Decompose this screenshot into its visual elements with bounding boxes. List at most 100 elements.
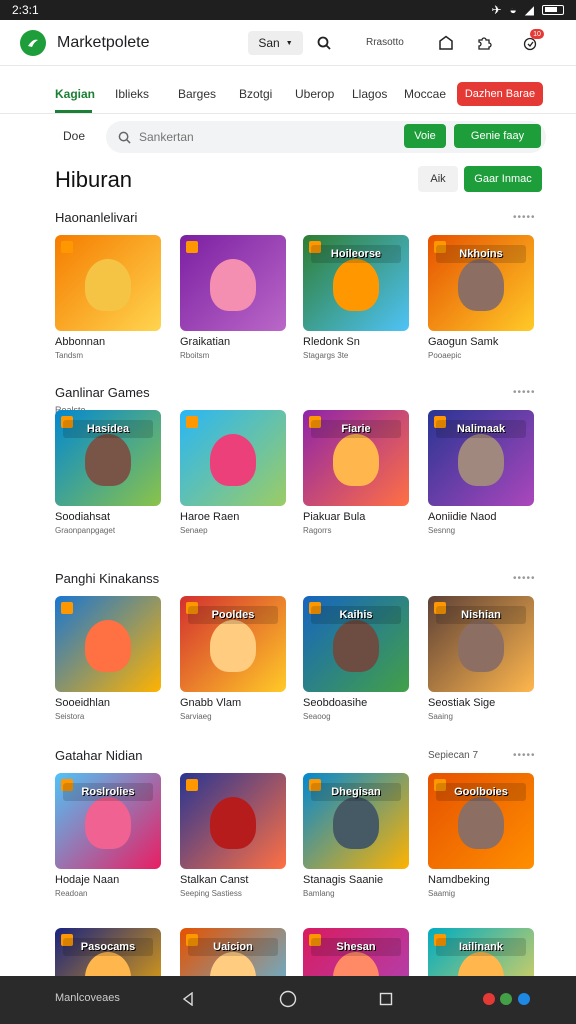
nav-label: Manlcoveaes (55, 992, 120, 1004)
search-icon[interactable] (312, 31, 336, 55)
game-thumbnail[interactable]: Fiarie (303, 410, 409, 506)
red-app-icon[interactable] (483, 993, 495, 1005)
game-mascot-art (210, 259, 256, 311)
game-category: Sesnng (428, 526, 456, 535)
game-mascot-art (85, 797, 131, 849)
game-thumbnail[interactable]: Goolboies (428, 773, 534, 869)
game-title[interactable]: Seobdoasihe (303, 697, 367, 709)
home-nav-icon[interactable] (276, 987, 300, 1011)
game-title[interactable]: Piakuar Bula (303, 511, 365, 523)
game-card[interactable]: Haroe Raen Senaep (180, 410, 288, 535)
game-title[interactable]: Gnabb Vlam (180, 697, 241, 709)
game-title[interactable]: Graikatian (180, 336, 230, 348)
game-category: Tandsm (55, 351, 84, 360)
app-bar: Marketpolete San ▼ Rrasotto 10 (0, 20, 576, 66)
tab-4[interactable]: Uberop (295, 87, 334, 101)
recents-icon[interactable] (374, 987, 398, 1011)
game-category: Ragorrs (303, 526, 332, 535)
game-title[interactable]: Gaogun Samk (428, 336, 498, 348)
game-title[interactable]: Rledonk Sn (303, 336, 360, 348)
game-card[interactable]: Hoileorse Rledonk Sn Stagargs 3te (303, 235, 411, 360)
game-thumbnail[interactable] (55, 235, 161, 331)
search-filter-button[interactable]: Voie (404, 124, 446, 148)
game-thumbnail[interactable] (180, 410, 286, 506)
game-card[interactable]: Pooldes Gnabb Vlam Sarviaeg (180, 596, 288, 721)
tab-1[interactable]: Iblieks (115, 87, 149, 101)
game-thumbnail[interactable]: Nkhoins (428, 235, 534, 331)
game-title[interactable]: Soodiahsat (55, 511, 110, 523)
game-card[interactable]: Goolboies Namdbeking Saamig (428, 773, 536, 898)
section-see-more-link[interactable]: Sepiecan 7 (428, 750, 478, 761)
caret-down-icon: ▼ (285, 39, 293, 47)
secondary-button[interactable]: Aik (418, 166, 458, 192)
game-thumbnail[interactable]: Dhegisan (303, 773, 409, 869)
game-title[interactable]: Hodaje Naan (55, 874, 119, 886)
game-card[interactable]: Dhegisan Stanagis Saanie Bamlang (303, 773, 411, 898)
game-card[interactable]: Nishian Seostiak Sige Saaing (428, 596, 536, 721)
game-title[interactable]: Abbonnan (55, 336, 105, 348)
game-card[interactable]: Fiarie Piakuar Bula Ragorrs (303, 410, 411, 535)
game-mascot-art (333, 434, 379, 486)
game-card[interactable]: Nalimaak Aoniidie Naod Sesnng (428, 410, 536, 535)
game-thumbnail[interactable] (180, 773, 286, 869)
game-thumbnail[interactable]: Pooldes (180, 596, 286, 692)
app-logo-icon[interactable] (20, 30, 46, 56)
game-thumbnail[interactable] (55, 596, 161, 692)
game-card[interactable]: Stalkan Canst Seeping Sastiess (180, 773, 288, 898)
game-card[interactable]: Graikatian Rboitsm (180, 235, 288, 360)
tab-5[interactable]: Llagos (352, 87, 387, 101)
game-title[interactable]: Sooeidhlan (55, 697, 110, 709)
game-thumbnail[interactable]: Roslrolies (55, 773, 161, 869)
back-icon[interactable] (176, 987, 200, 1011)
game-mascot-art (85, 259, 131, 311)
more-options-icon[interactable]: ••••• (513, 212, 536, 223)
tab-0[interactable]: Kagian (55, 87, 95, 101)
search-genre-button[interactable]: Genie faay (454, 124, 541, 148)
game-card[interactable]: Sooeidhlan Seistora (55, 596, 163, 721)
tab-cta-button[interactable]: Dazhen Barae (457, 82, 543, 106)
game-thumbnail[interactable]: Nalimaak (428, 410, 534, 506)
primary-button[interactable]: Gaar Inmac (464, 166, 542, 192)
more-options-icon[interactable]: ••••• (513, 387, 536, 398)
game-category: Seeping Sastiess (180, 889, 242, 898)
game-logo-text: Iailinank (436, 938, 526, 956)
game-card[interactable]: Roslrolies Hodaje Naan Readoan (55, 773, 163, 898)
account-text[interactable]: Rrasotto (366, 37, 404, 48)
game-title[interactable]: Stalkan Canst (180, 874, 248, 886)
more-options-icon[interactable]: ••••• (513, 750, 536, 761)
section-title: Panghi Kinakanss (55, 571, 160, 586)
more-options-icon[interactable]: ••••• (513, 573, 536, 584)
search-row: Doe Voie Genie faay (0, 114, 576, 160)
game-title[interactable]: Haroe Raen (180, 511, 239, 523)
game-card[interactable]: Hasidea Soodiahsat Graonpanpgaget (55, 410, 163, 535)
puzzle-icon[interactable] (472, 31, 496, 55)
game-thumbnail[interactable]: Hoileorse (303, 235, 409, 331)
game-card[interactable]: Kaihis Seobdoasihe Seaoog (303, 596, 411, 721)
game-category: Stagargs 3te (303, 351, 349, 360)
game-thumbnail[interactable]: Nishian (428, 596, 534, 692)
home-icon[interactable] (434, 31, 458, 55)
game-card[interactable]: Abbonnan Tandsm (55, 235, 163, 360)
game-logo-text: Goolboies (436, 783, 526, 801)
game-card[interactable]: Nkhoins Gaogun Samk Pooaepic (428, 235, 536, 360)
tab-3[interactable]: Bzotgi (239, 87, 272, 101)
green-app-icon[interactable] (500, 993, 512, 1005)
tab-2[interactable]: Barges (178, 87, 216, 101)
game-category: Bamlang (303, 889, 335, 898)
game-thumbnail[interactable]: Kaihis (303, 596, 409, 692)
signal-icon: ✈ (491, 3, 502, 17)
game-thumbnail[interactable] (180, 235, 286, 331)
language-dropdown[interactable]: San ▼ (248, 31, 303, 55)
game-thumbnail[interactable]: Hasidea (55, 410, 161, 506)
search-input[interactable] (139, 130, 399, 144)
game-title[interactable]: Stanagis Saanie (303, 874, 383, 886)
search-icon (118, 131, 131, 144)
game-logo-text: Hoileorse (311, 245, 401, 263)
status-icons: ✈ ◒ ◢ (491, 3, 564, 17)
game-title[interactable]: Seostiak Sige (428, 697, 495, 709)
tab-6[interactable]: Moccae (404, 87, 446, 101)
blue-app-icon[interactable] (518, 993, 530, 1005)
game-logo-text: Pooldes (188, 606, 278, 624)
game-title[interactable]: Namdbeking (428, 874, 490, 886)
game-title[interactable]: Aoniidie Naod (428, 511, 497, 523)
